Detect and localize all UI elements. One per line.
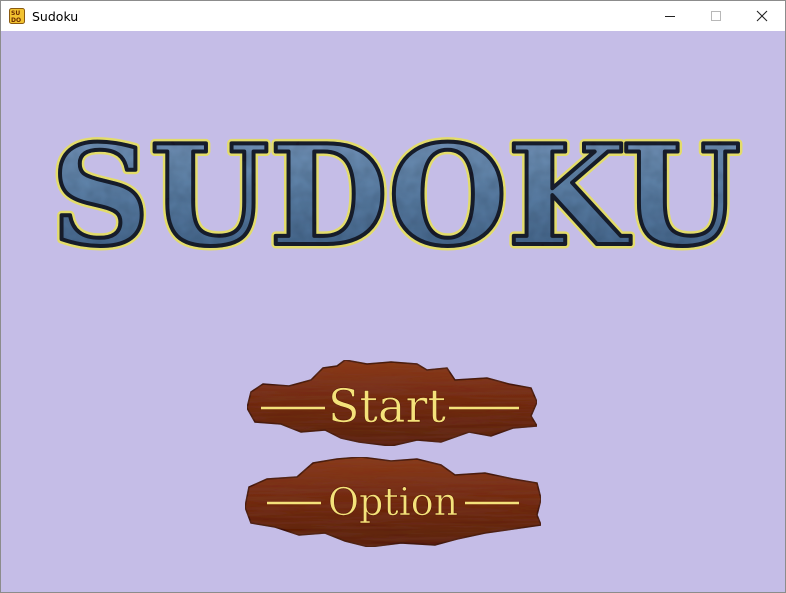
svg-text:SU: SU: [11, 10, 20, 17]
start-label: Start: [328, 379, 446, 433]
option-button[interactable]: Option: [241, 453, 546, 550]
svg-text:DO: DO: [11, 17, 21, 24]
window-title: Sudoku: [32, 8, 79, 24]
minimize-button[interactable]: [647, 1, 693, 31]
sudoku-app-icon: SU DO: [9, 8, 25, 24]
logo-text: SUDOKU: [51, 116, 741, 266]
sudoku-logo: SUDOKU SUDOKU: [47, 116, 746, 266]
app-window: SU DO Sudoku SUDOKU SUDOKU Start Option: [0, 0, 786, 593]
game-screen: SUDOKU SUDOKU Start Option: [1, 31, 785, 592]
maximize-icon: [711, 11, 721, 21]
window-controls: [647, 1, 785, 31]
maximize-button[interactable]: [693, 1, 739, 31]
start-button[interactable]: Start: [241, 356, 541, 448]
close-button[interactable]: [739, 1, 785, 31]
option-label: Option: [328, 480, 458, 524]
close-icon: [756, 10, 768, 22]
minimize-icon: [665, 16, 675, 17]
start-plank: Start: [246, 359, 539, 447]
title-bar[interactable]: SU DO Sudoku: [1, 1, 785, 31]
option-plank: Option: [244, 456, 543, 548]
